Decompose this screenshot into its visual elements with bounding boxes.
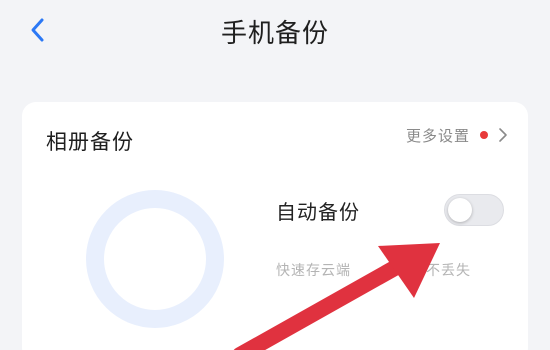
more-settings-link[interactable]: 更多设置 (406, 122, 508, 148)
notification-dot (480, 131, 488, 139)
auto-backup-label: 自动备份 (276, 200, 360, 224)
album-backup-card: 相册备份 更多设置 自动备份 快速存云端 不丢失 (22, 102, 528, 350)
chevron-right-icon (498, 127, 508, 143)
page-title: 手机备份 (220, 19, 329, 49)
backup-description-right: 不丢失 (426, 263, 471, 279)
header-bar: 手机备份 (0, 0, 550, 72)
more-settings-label: 更多设置 (405, 126, 470, 145)
section-title: 相册备份 (46, 130, 134, 154)
backup-progress-ring-icon (86, 190, 224, 328)
backup-description-left: 快速存云端 (276, 263, 351, 279)
toggle-knob (448, 198, 472, 222)
auto-backup-toggle[interactable] (444, 194, 504, 226)
